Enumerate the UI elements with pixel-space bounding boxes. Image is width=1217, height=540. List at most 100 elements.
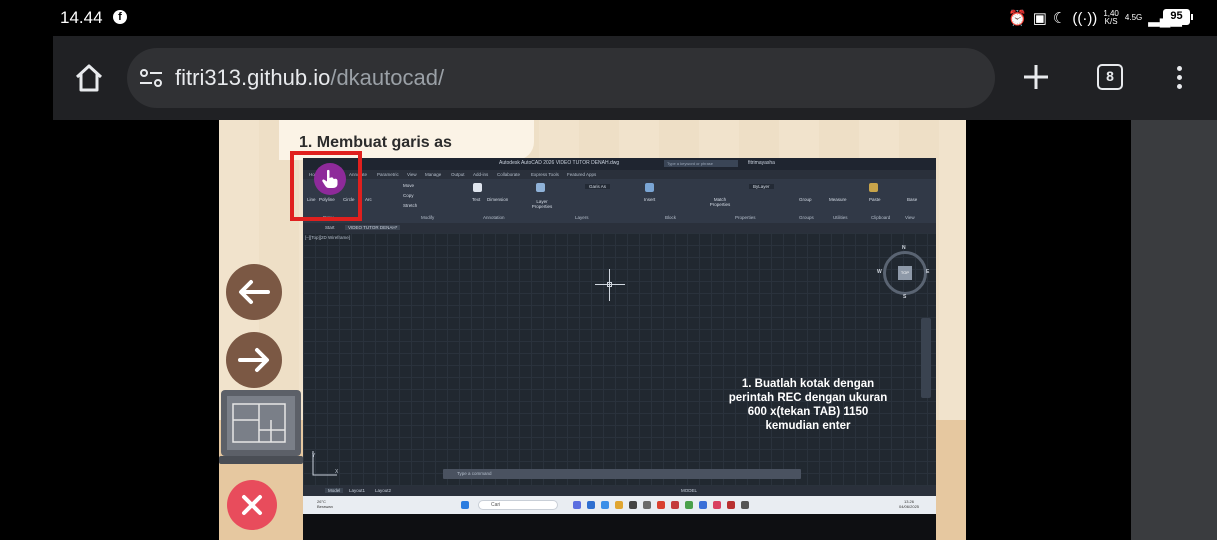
command-line: Type a command <box>443 469 801 479</box>
autocad-ribbon: Line Polyline Circle Arc Move Copy Stret… <box>303 179 936 223</box>
autocad-user: fitrimayasha <box>748 160 775 166</box>
ribbon-tab: Output <box>451 172 465 177</box>
url-domain: fitri313.github.io <box>175 65 331 90</box>
slide-title: 1. Membuat garis as <box>299 134 452 151</box>
taskbar-app-icon <box>713 501 721 509</box>
side-gutter <box>1131 120 1217 540</box>
drawing-viewport: [–][Top][2D Wireframe] TOP N S E W Y X 1… <box>303 233 936 486</box>
tool-paste: Paste <box>869 197 881 202</box>
alarm-icon: ⏰ <box>1008 10 1027 27</box>
facebook-notification-icon: f <box>113 10 127 24</box>
panel-label: Modify <box>421 215 435 220</box>
battery-level: 95 <box>1163 9 1190 25</box>
autocad-titlebar: Autodesk AutoCAD 2026 VIDEO TUTOR DENAH.… <box>303 158 936 170</box>
home-icon[interactable] <box>73 62 105 94</box>
tool-move: Move <box>403 183 415 188</box>
panel-label: View <box>905 215 915 220</box>
address-bar[interactable]: fitri313.github.io/dkautocad/ <box>127 48 995 108</box>
site-settings-icon[interactable] <box>139 67 163 89</box>
ribbon-tab: Add-ins <box>473 172 489 177</box>
tool-copy: Copy <box>403 193 414 198</box>
tool-layer-properties: Layer Properties <box>531 199 553 209</box>
layout-tab-model: Model <box>325 488 344 493</box>
panel-label: Annotation <box>483 215 505 220</box>
autocad-icon <box>671 501 679 509</box>
panel-label: Properties <box>735 215 756 220</box>
crosshair-pickbox <box>607 282 612 287</box>
instruction-text: 1. Buatlah kotak dengan perintah REC den… <box>728 378 888 432</box>
status-icons: ⏰ ▣ ☾ ((·)) 1,40K/S 4.5G ▂▄▆ <box>1008 9 1182 28</box>
arrow-left-icon <box>239 280 270 304</box>
taskbar-search: Cari <box>478 500 558 510</box>
tool-match-properties: Match Properties <box>709 197 731 207</box>
ribbon-tab: Featured Apps <box>567 172 597 177</box>
nfc-icon: ▣ <box>1032 10 1047 27</box>
windows-start-icon <box>461 501 469 509</box>
panel-label: Block <box>665 215 677 220</box>
layer-dropdown: Garis As <box>585 184 611 189</box>
folder-icon <box>615 501 623 509</box>
layout-tabs: Model Layout1 Layout2 MODEL <box>303 486 936 496</box>
taskbar-app-icon <box>699 501 707 509</box>
ribbon-tabs: Home Insert Annotate Parametric View Man… <box>303 170 936 179</box>
panel-label: Layers <box>575 215 589 220</box>
panel-label: Utilities <box>833 215 848 220</box>
viewcube-top: TOP <box>898 266 912 280</box>
taskbar-weather: 26°C Berawan <box>317 499 333 509</box>
tool-group: Group <box>799 197 812 202</box>
taskbar-app-icon <box>727 501 735 509</box>
viewcube-west: W <box>877 269 882 275</box>
paste-icon <box>869 183 878 192</box>
chrome-icon <box>657 501 665 509</box>
viewport-controls: [–][Top][2D Wireframe] <box>305 235 351 240</box>
taskbar-app-icon <box>601 501 609 509</box>
laptop-illustration <box>219 390 303 464</box>
panel-label: Groups <box>799 215 814 220</box>
prev-button[interactable] <box>226 264 282 320</box>
taskbar-app-icon <box>741 501 749 509</box>
close-button[interactable] <box>227 480 277 530</box>
url-text[interactable]: fitri313.github.io/dkautocad/ <box>175 65 444 91</box>
ucs-icon: Y X <box>312 451 339 476</box>
viewcube-south: S <box>903 294 907 300</box>
do-not-disturb-moon-icon: ☾ <box>1052 10 1067 27</box>
file-tab-active: VIDEO TUTOR DENAH* <box>345 225 401 230</box>
tab-switcher-button[interactable]: 8 <box>1097 64 1123 90</box>
taskbar-app-icon <box>685 501 693 509</box>
taskbar-clock: 13.26 04/06/2025 <box>899 499 920 509</box>
phone-screen: 14.44 f ⏰ ▣ ☾ ((·)) 1,40K/S 4.5G ▂▄▆ 95 … <box>0 0 1217 540</box>
tool-text: Text <box>472 197 481 202</box>
video-player-bar[interactable] <box>303 514 936 540</box>
ribbon-tab: Express Tools <box>531 172 559 177</box>
tool-arc: Arc <box>365 197 372 202</box>
next-button[interactable] <box>226 332 282 388</box>
browser-toolbar: fitri313.github.io/dkautocad/ 8 <box>53 36 1217 120</box>
tool-insert: Insert <box>644 197 656 202</box>
panel-label: Clipboard <box>871 215 891 220</box>
tool-dimension: Dimension <box>487 197 509 202</box>
svg-text:X: X <box>335 469 339 475</box>
ribbon-tab: View <box>407 172 417 177</box>
new-tab-plus-icon[interactable] <box>1021 62 1051 92</box>
hand-pointer-icon <box>314 163 346 195</box>
taskbar-app-icon <box>573 501 581 509</box>
status-time: 14.44 <box>60 8 103 27</box>
viewcube-north: N <box>902 245 906 251</box>
more-vert-icon[interactable] <box>1175 66 1183 92</box>
viewcube: TOP N S E W <box>877 245 929 300</box>
url-path: /dkautocad/ <box>330 65 445 90</box>
ribbon-tab: Parametric <box>377 172 399 177</box>
network-speed: 1,40 K/S <box>1103 9 1119 26</box>
tool-measure: Measure <box>829 197 847 202</box>
file-tabs: Start VIDEO TUTOR DENAH* <box>303 223 936 233</box>
color-dropdown: ByLayer <box>749 184 774 189</box>
web-content: 1. Membuat garis as Autodesk AutoCAD 202… <box>53 120 1217 540</box>
arrow-right-icon <box>238 348 269 372</box>
tool-stretch: Stretch <box>403 203 418 208</box>
status-bar: 14.44 f ⏰ ▣ ☾ ((·)) 1,40K/S 4.5G ▂▄▆ 95 <box>0 0 1217 36</box>
battery-icon <box>1191 14 1193 20</box>
tutorial-video[interactable]: Autodesk AutoCAD 2026 VIDEO TUTOR DENAH.… <box>303 158 936 540</box>
close-icon <box>242 495 262 515</box>
hotspot-icon: ((·)) <box>1072 9 1098 27</box>
layer-properties-icon <box>536 183 545 192</box>
